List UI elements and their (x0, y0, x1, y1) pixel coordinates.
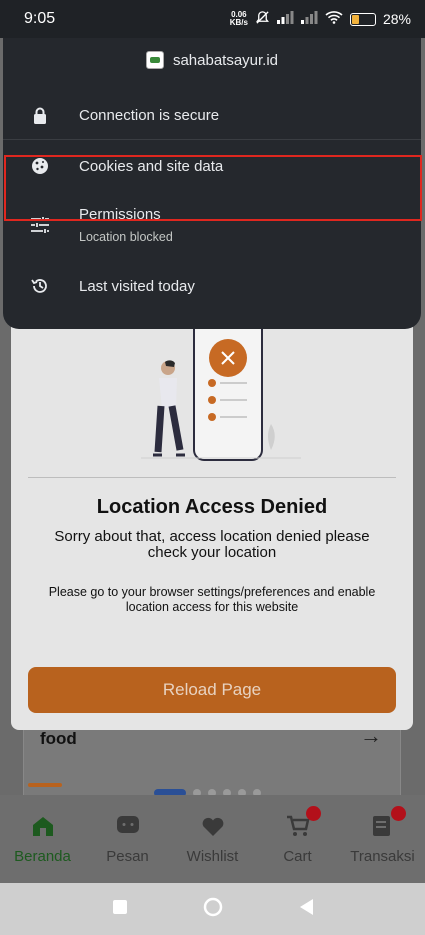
reload-page-button[interactable]: Reload Page (28, 667, 396, 713)
location-denied-illustration (141, 310, 301, 461)
row-label: Connection is secure (79, 106, 220, 124)
nav-label: Transaksi (350, 847, 415, 865)
permissions-highlight-box (4, 155, 422, 221)
heart-icon (200, 814, 226, 838)
site-header: sahabatsayur.id (3, 51, 421, 69)
transaksi-badge (390, 805, 406, 821)
bottom-nav: Beranda Pesan Wishlist Cart Transaksi (0, 795, 425, 883)
chat-icon (115, 814, 141, 838)
history-icon (29, 275, 51, 297)
connection-row[interactable]: Connection is secure (3, 90, 421, 140)
lock-icon (29, 104, 51, 126)
separator (3, 139, 421, 140)
signal-icon-2 (300, 10, 318, 28)
nav-label: Cart (283, 847, 312, 865)
signal-icon (276, 10, 294, 28)
nav-item-transaksi[interactable]: Transaksi (343, 805, 423, 865)
row-sublabel: Location blocked (79, 230, 173, 244)
cart-badge (305, 805, 321, 821)
nav-item-pesan[interactable]: Pesan (88, 814, 168, 865)
modal-subtitle: Sorry about that, access location denied… (54, 528, 370, 561)
battery-percent: 28% (382, 11, 411, 27)
battery-icon (349, 12, 376, 26)
wifi-icon (325, 10, 343, 28)
nav-label: Wishlist (186, 847, 239, 865)
accent-line (28, 783, 62, 787)
status-bar: 9:05 0.06 KB/s 28% (0, 0, 425, 38)
location-denied-modal: Location Access Denied Sorry about that,… (11, 310, 413, 730)
nav-label: Pesan (106, 847, 149, 865)
nav-item-wishlist[interactable]: Wishlist (173, 814, 253, 865)
history-row[interactable]: Last visited today (3, 261, 421, 311)
cart-icon (285, 805, 321, 838)
nav-label: Beranda (14, 847, 71, 865)
row-label: Last visited today (79, 277, 195, 295)
status-icons: 0.06 KB/s 28% (230, 10, 411, 29)
back-icon[interactable] (298, 898, 314, 921)
divider (28, 477, 396, 478)
favicon-icon (145, 51, 164, 69)
system-nav (0, 883, 425, 935)
product-card-text: food (40, 729, 77, 748)
status-time: 9:05 (24, 10, 56, 27)
home-icon (30, 814, 56, 838)
nav-item-cart[interactable]: Cart (258, 805, 338, 865)
modal-note: Please go to your browser settings/prefe… (48, 585, 376, 614)
nav-item-beranda[interactable]: Beranda (3, 814, 83, 865)
recent-apps-icon[interactable] (112, 899, 128, 920)
home-button-icon[interactable] (203, 897, 223, 922)
network-speed: 0.06 KB/s (230, 11, 248, 27)
bell-off-icon (255, 10, 270, 29)
modal-title: Location Access Denied (96, 496, 328, 518)
receipt-icon (370, 805, 406, 838)
site-domain: sahabatsayur.id (172, 51, 279, 69)
net-speed-unit: KB/s (229, 18, 248, 27)
